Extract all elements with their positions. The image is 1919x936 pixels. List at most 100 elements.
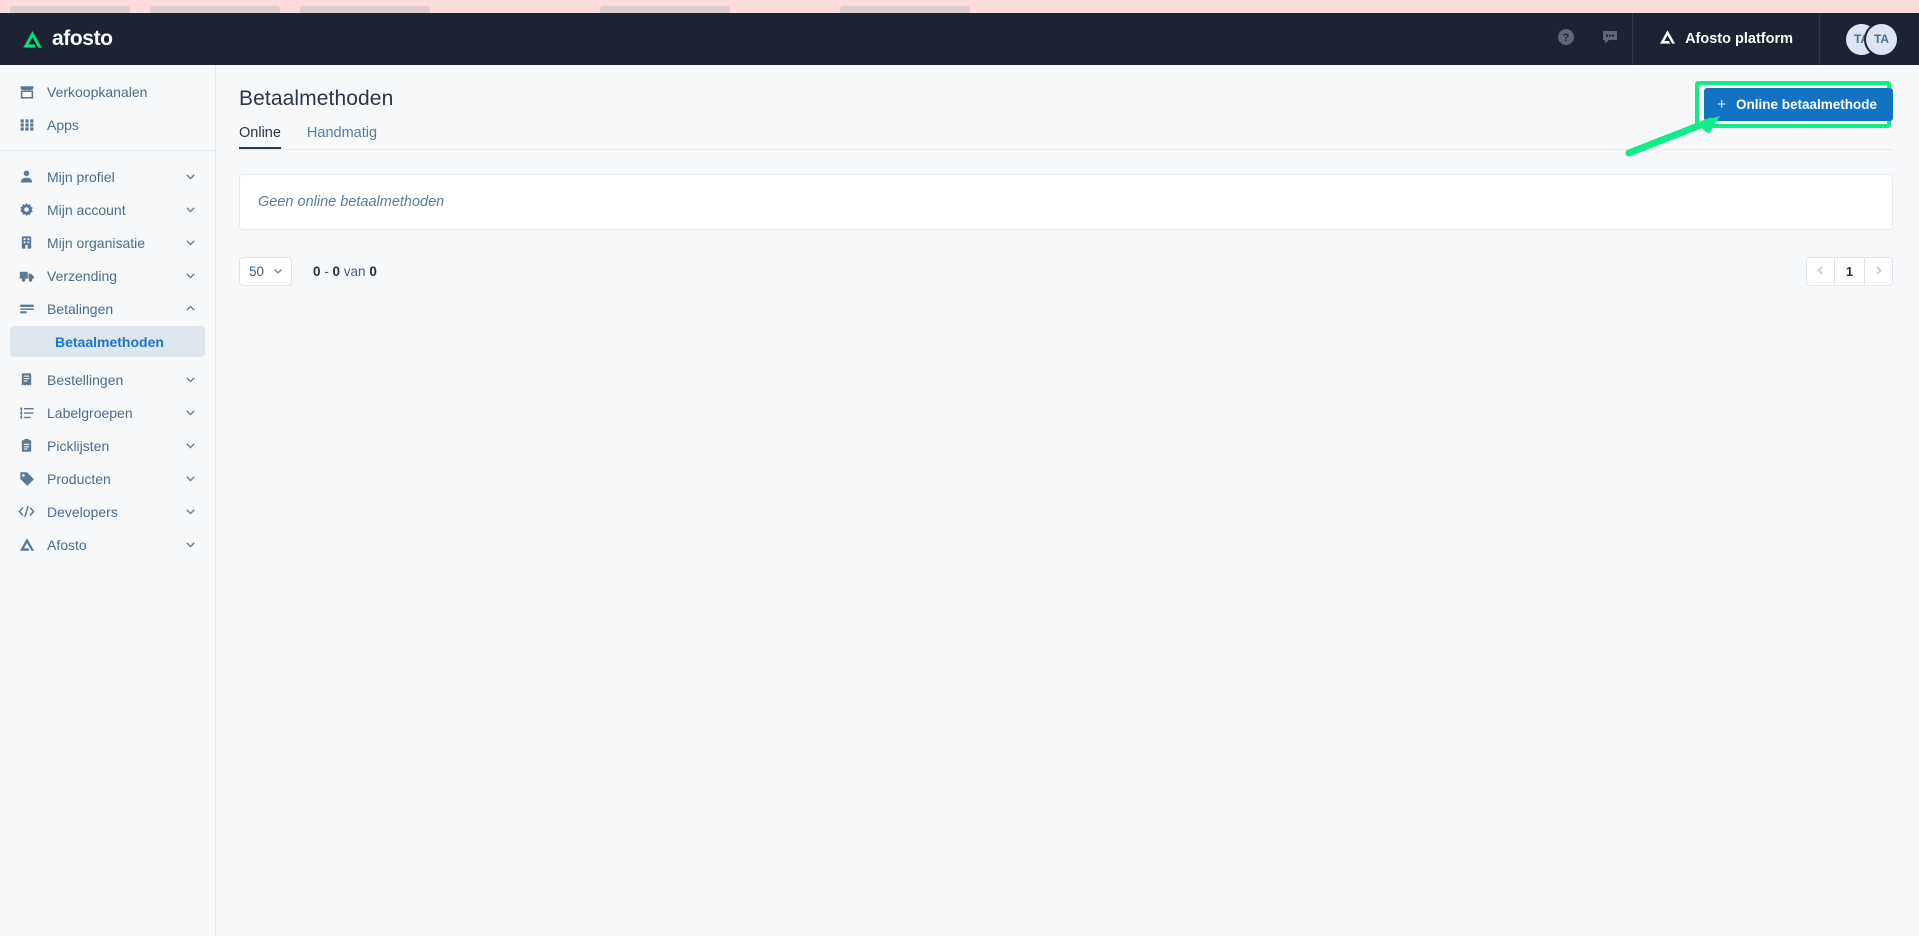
plus-icon: + [1717,96,1726,113]
browser-tab [840,6,970,13]
count-from: 0 [313,263,321,279]
help-button[interactable]: ? [1544,13,1588,65]
sidebar-item-label: Apps [47,116,79,133]
pagination-controls: 1 [1806,256,1893,286]
platform-switcher[interactable]: Afosto platform [1633,13,1819,65]
sidebar-group-mijn-organisatie[interactable]: Mijn organisatie [0,226,215,259]
chevron-down-icon [184,472,197,485]
chevron-right-icon [1873,264,1884,279]
empty-state-message: Geen online betaalmethoden [258,194,445,210]
afosto-triangle-icon [18,536,35,553]
truck-icon [18,267,35,284]
tag-icon [18,470,35,487]
sidebar-subitem-label: Betaalmethoden [55,333,164,350]
sidebar-group-betalingen[interactable]: Betalingen [0,292,215,325]
content-tabs: Online Handmatig [239,125,1893,150]
browser-tab [300,6,430,13]
sidebar-item-betaalmethoden[interactable]: Betaalmethoden [10,326,205,357]
chevron-down-icon [184,170,197,183]
sidebar-item-apps[interactable]: Apps [0,108,215,141]
list-icon [18,404,35,421]
sidebar-group-label: Labelgroepen [47,404,133,421]
chevron-down-icon [272,265,284,277]
sidebar-group-label: Verzending [47,267,118,284]
sidebar-item-verkoopkanalen[interactable]: Verkoopkanalen [0,75,215,108]
avatar[interactable]: TA [1866,23,1897,55]
chevron-down-icon [184,203,197,216]
sidebar-group-label: Betalingen [47,300,114,317]
pagination-bar: 50 0 - 0 van 0 1 [239,256,1893,286]
chevron-down-icon [184,505,197,518]
pagination-page-1[interactable]: 1 [1835,256,1864,286]
sidebar-group-afosto[interactable]: Afosto [0,528,215,561]
chevron-down-icon [184,439,197,452]
main-content: Betaalmethoden Online Handmatig Geen onl… [217,65,1919,936]
tab-handmatig[interactable]: Handmatig [307,125,377,149]
receipt-icon [18,371,35,388]
sidebar-group-verzending[interactable]: Verzending [0,259,215,292]
sidebar-group-mijn-account[interactable]: Mijn account [0,193,215,226]
tab-online[interactable]: Online [239,125,281,149]
count-separator: van [343,263,366,279]
count-to: 0 [332,263,341,279]
empty-state-card: Geen online betaalmethoden [239,174,1893,230]
browser-tab [150,6,280,13]
app-header: afosto ? Afosto platform TA TA [0,13,1919,65]
sidebar-item-label: Verkoopkanalen [47,83,148,100]
count-dash: - [320,263,333,279]
user-avatars[interactable]: TA TA [1820,23,1919,55]
pagination-next-button[interactable] [1864,256,1893,286]
card-icon [18,300,35,317]
browser-tab [10,6,130,13]
chevron-down-icon [184,406,197,419]
pagination-prev-button[interactable] [1806,256,1835,286]
building-icon [18,234,35,251]
browser-tab-strip [0,0,1919,13]
chat-button[interactable] [1588,13,1632,65]
afosto-triangle-icon [1659,29,1676,50]
storefront-icon [18,83,35,100]
sidebar-group-label: Bestellingen [47,371,124,388]
sidebar-group-label: Afosto [47,536,87,553]
header-icon-group: ? [1544,13,1632,65]
sidebar-group-label: Mijn organisatie [47,234,146,251]
sidebar-group-labelgroepen[interactable]: Labelgroepen [0,396,215,429]
chevron-down-icon [184,538,197,551]
gear-icon [18,201,35,218]
sidebar-group-picklijsten[interactable]: Picklijsten [0,429,215,462]
browser-tab [600,6,730,13]
primary-button-label: Online betaalmethode [1735,97,1877,112]
count-total: 0 [369,263,377,279]
sidebar-group-label: Mijn account [47,201,126,218]
platform-label: Afosto platform [1685,31,1793,47]
question-circle-icon: ? [1557,28,1575,51]
sidebar: Verkoopkanalen Apps Mijn profiel Mijn ac… [0,65,216,936]
sidebar-group-producten[interactable]: Producten [0,462,215,495]
page-size-value: 50 [249,263,265,279]
page-title: Betaalmethoden [239,87,394,110]
user-icon [18,168,35,185]
sidebar-divider [0,150,215,151]
grid-apps-icon [18,116,35,133]
chat-bubble-icon [1601,28,1619,51]
sidebar-group-label: Mijn profiel [47,168,115,185]
svg-text:?: ? [1563,32,1570,44]
sidebar-group-developers[interactable]: Developers [0,495,215,528]
chevron-down-icon [184,373,197,386]
afosto-logo-icon [22,30,43,49]
clipboard-icon [18,437,35,454]
chevron-up-icon [184,302,197,315]
sidebar-group-mijn-profiel[interactable]: Mijn profiel [0,160,215,193]
add-online-payment-method-button[interactable]: + Online betaalmethode [1704,88,1893,121]
chevron-down-icon [184,236,197,249]
brand-wordmark: afosto [52,27,113,50]
primary-action-area: + Online betaalmethode [1695,81,1893,128]
sidebar-group-bestellingen[interactable]: Bestellingen [0,363,215,396]
code-icon [18,503,35,520]
sidebar-group-label: Picklijsten [47,437,110,454]
brand-logo[interactable]: afosto [0,27,216,51]
sidebar-group-label: Developers [47,503,118,520]
chevron-left-icon [1815,264,1826,279]
page-size-select[interactable]: 50 [239,256,292,286]
chevron-down-icon [184,269,197,282]
